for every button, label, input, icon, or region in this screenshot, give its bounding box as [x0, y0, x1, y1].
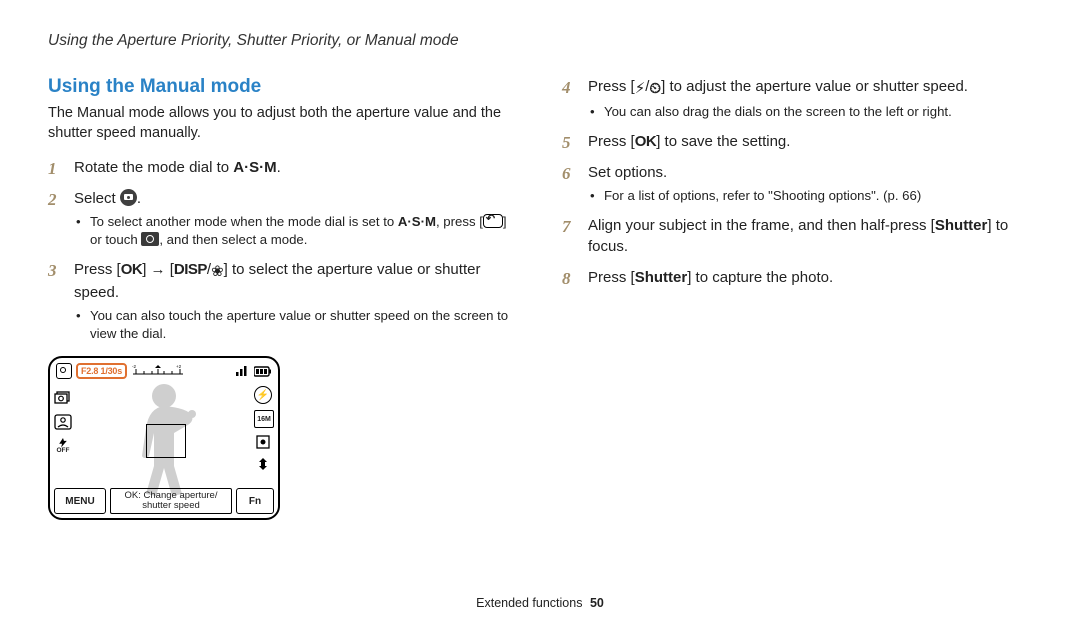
ev-scale-icon: -2 +2	[131, 365, 185, 377]
step-6: Set options. For a list of options, refe…	[562, 162, 1032, 205]
disp-keycap: DISP	[174, 261, 207, 278]
step-6-note: For a list of options, refer to "Shootin…	[588, 187, 1032, 205]
footer-label: Extended functions	[476, 596, 582, 610]
page-footer: Extended functions 50	[0, 596, 1080, 610]
camera-icon	[141, 232, 159, 246]
ok-keycap: OK	[121, 261, 143, 278]
shutter-keyword: Shutter	[935, 217, 988, 234]
step-1-text-a: Rotate the mode dial to	[74, 159, 233, 176]
step-4: Press [⚡/⏲] to adjust the aperture value…	[562, 76, 1032, 121]
step-2-text-a: Select	[74, 190, 120, 207]
focus-frame	[146, 424, 186, 458]
stabilizer-icon	[254, 456, 272, 472]
mode-badge-icon	[56, 363, 72, 379]
steps-right: Press [⚡/⏲] to adjust the aperture value…	[562, 76, 1032, 288]
step-4-note: You can also drag the dials on the scree…	[588, 103, 1032, 121]
step-6-text: Set options.	[588, 164, 667, 181]
step-2-note: To select another mode when the mode dia…	[74, 213, 518, 249]
step-8-b: ] to capture the photo.	[687, 269, 833, 286]
lcd-hint-text: OK: Change aperture/ shutter speed	[110, 488, 232, 514]
intro-paragraph: The Manual mode allows you to adjust bot…	[48, 104, 518, 143]
flash-icon: ⚡	[635, 78, 646, 99]
step-2-text-b: .	[137, 190, 141, 207]
drive-mode-icon	[54, 390, 72, 406]
step-5: Press [OK] to save the setting.	[562, 131, 1032, 152]
step-3-note: You can also touch the aperture value or…	[74, 307, 518, 343]
step-1-text-b: .	[277, 159, 281, 176]
svg-text:-2: -2	[132, 365, 136, 369]
asm-mode-glyph-2: A·S·M	[398, 214, 436, 229]
battery-icon	[254, 366, 272, 377]
step-3: Press [OK] → [DISP/❀] to select the aper…	[48, 259, 518, 343]
step-7: Align your subject in the frame, and the…	[562, 215, 1032, 257]
step-7-a: Align your subject in the frame, and the…	[588, 217, 935, 234]
step-5-b: ] to save the setting.	[656, 133, 790, 150]
step-2-note-a: To select another mode when the mode dia…	[90, 214, 398, 229]
shutter-keyword-2: Shutter	[635, 269, 688, 286]
lcd-preview: F2.8 1/30s -2	[48, 356, 518, 520]
step-3-a: Press [	[74, 261, 121, 278]
metering-icon	[254, 434, 272, 450]
step-3-b: ]	[142, 261, 150, 278]
section-title: Using the Manual mode	[48, 76, 518, 98]
back-button-icon	[483, 214, 503, 228]
svg-text:+2: +2	[176, 365, 182, 369]
ok-keycap-2: OK	[635, 133, 657, 150]
flash-mode-icon: ⚡	[254, 386, 272, 404]
timer-icon: ⏲	[649, 78, 661, 99]
asm-mode-glyph: A·S·M	[233, 159, 276, 176]
signal-bars-icon	[236, 365, 250, 377]
macro-icon: ❀	[211, 261, 224, 282]
fn-button[interactable]: Fn	[236, 488, 274, 514]
step-8-a: Press [	[588, 269, 635, 286]
left-column: Using the Manual mode The Manual mode al…	[48, 76, 518, 520]
steps-left: Rotate the mode dial to A·S·M. Select . …	[48, 157, 518, 342]
step-4-a: Press [	[588, 78, 635, 95]
right-column: Press [⚡/⏲] to adjust the aperture value…	[562, 76, 1032, 520]
step-4-b: ] to adjust the aperture value or shutte…	[661, 78, 968, 95]
face-detect-icon	[54, 414, 72, 430]
menu-button[interactable]: MENU	[54, 488, 106, 514]
off-flash-icon: OFF	[54, 438, 72, 454]
arrow-icon: →	[151, 261, 166, 278]
aperture-shutter-readout: F2.8 1/30s	[76, 363, 127, 379]
step-8: Press [Shutter] to capture the photo.	[562, 267, 1032, 288]
camera-mode-icon	[120, 189, 137, 206]
resolution-icon: 16M	[254, 410, 274, 428]
step-2-note-b: , press [	[436, 214, 483, 229]
step-2: Select . To select another mode when the…	[48, 188, 518, 249]
step-2-note-d: , and then select a mode.	[159, 232, 307, 247]
page-header: Using the Aperture Priority, Shutter Pri…	[48, 32, 1032, 50]
step-3-c: [	[166, 261, 174, 278]
step-1: Rotate the mode dial to A·S·M.	[48, 157, 518, 178]
page-number: 50	[590, 596, 604, 610]
step-5-a: Press [	[588, 133, 635, 150]
